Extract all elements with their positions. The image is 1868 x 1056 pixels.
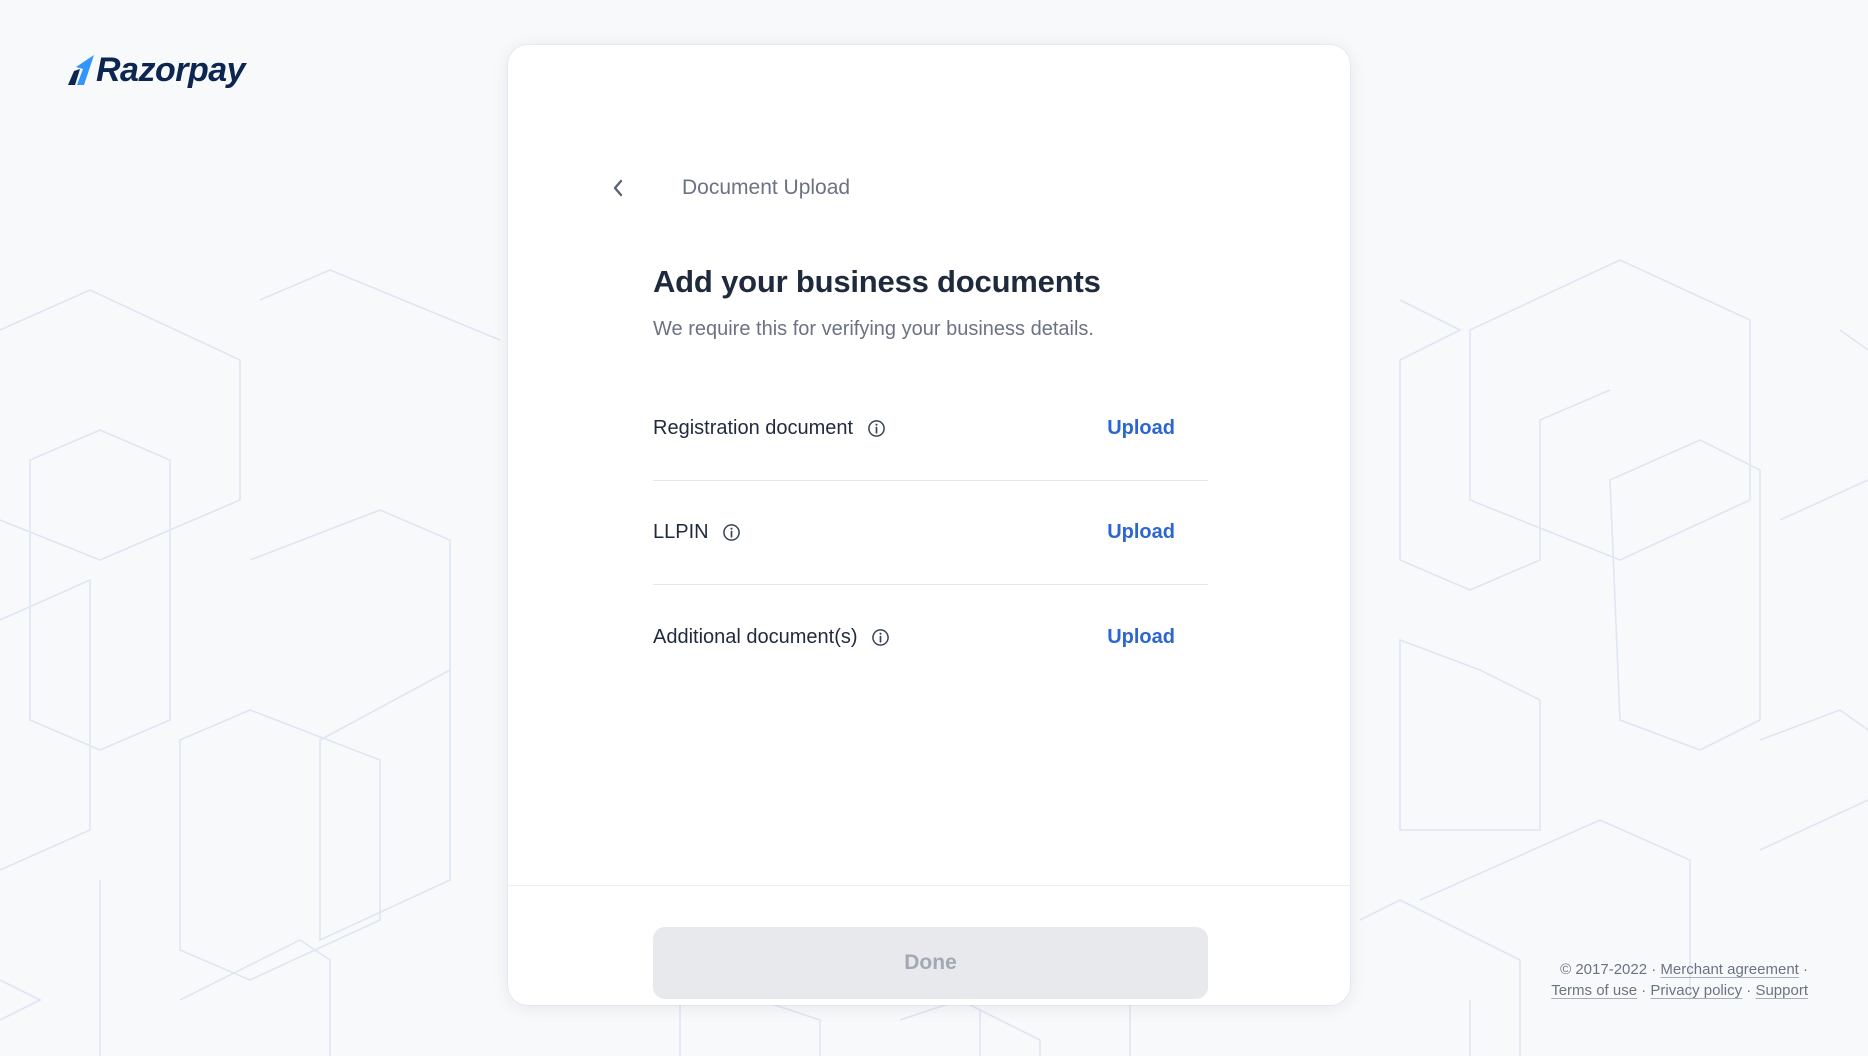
chevron-left-icon [613,179,623,197]
support-link[interactable]: Support [1755,982,1808,999]
copyright-text: © 2017-2022 · [1560,961,1657,978]
separator: · [1641,982,1647,999]
card-footer: Done [508,885,1350,1005]
upload-llpin-button[interactable]: Upload [1107,521,1175,544]
legal-line-2: Terms of use · Privacy policy · Support [1508,980,1808,1001]
back-button[interactable] [600,170,636,206]
document-row-additional: Additional document(s) Upload [653,585,1208,689]
card-header: Document Upload [600,165,850,211]
razorpay-logo-mark-icon [68,55,94,85]
done-button[interactable]: Done [653,927,1208,999]
document-label-group: LLPIN [653,521,742,544]
merchant-agreement-link[interactable]: Merchant agreement [1660,961,1798,978]
terms-of-use-link[interactable]: Terms of use [1551,982,1637,999]
section-subheading: We require this for verifying your busin… [653,318,1094,340]
document-row-llpin: LLPIN Upload [653,481,1208,585]
info-icon[interactable] [722,523,742,543]
razorpay-logo[interactable]: Razorpay [68,48,246,92]
info-icon[interactable] [866,419,886,439]
razorpay-logo-text: Razorpay [96,51,246,89]
document-label-group: Registration document [653,417,886,440]
document-label: LLPIN [653,521,709,543]
page-title: Document Upload [682,176,851,199]
separator: · [1746,982,1752,999]
document-label-group: Additional document(s) [653,626,891,649]
document-upload-card: Document Upload Add your business docume… [508,45,1350,1005]
info-icon[interactable] [871,627,891,647]
section-heading: Add your business documents [653,264,1101,299]
upload-additional-documents-button[interactable]: Upload [1107,626,1175,649]
document-label: Registration document [653,417,854,439]
document-row-registration: Registration document Upload [653,377,1208,481]
document-list: Registration document Upload LLPIN Uploa… [653,377,1208,689]
separator: · [1803,961,1808,978]
legal-line-1: © 2017-2022 · Merchant agreement · [1508,959,1808,980]
privacy-policy-link[interactable]: Privacy policy [1650,982,1742,999]
onboarding-page: Razorpay Document Upload Add your busine… [0,0,1868,1056]
document-label: Additional document(s) [653,625,858,648]
legal-footer: © 2017-2022 · Merchant agreement · Terms… [1508,959,1808,1001]
upload-registration-document-button[interactable]: Upload [1107,417,1175,440]
